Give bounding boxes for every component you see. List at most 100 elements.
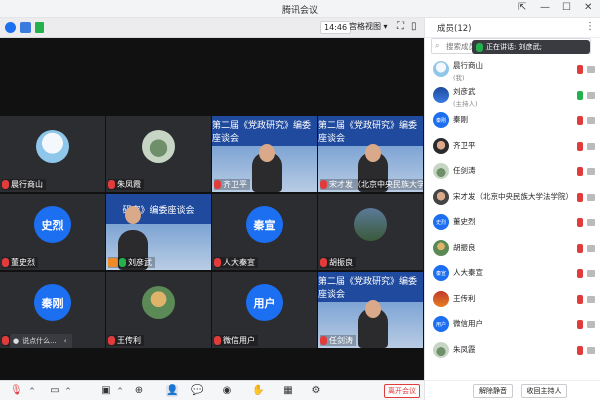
- camera-off-icon[interactable]: [587, 219, 595, 226]
- tencent-meeting-window: 腾讯会议 ⇱ — ☐ ✕ 14:46 宫格视图 ▾ ⛶ ▯ 晨行商山 朱凤霞 第二届…: [0, 0, 600, 400]
- member-row[interactable]: 胡振良: [425, 237, 600, 261]
- mic-muted-icon[interactable]: [577, 345, 583, 355]
- video-grid: 晨行商山 朱凤霞 第二届《党政研究》编委座谈会 齐卫平 第二届《党政研究》编委座谈会 宋才…: [0, 116, 424, 348]
- participant-tile[interactable]: 第二届《党政研究》编委座谈会 任剑涛: [318, 272, 423, 348]
- close-button[interactable]: ✕: [584, 2, 592, 14]
- participant-tile[interactable]: 秦宣 人大秦宣: [212, 194, 317, 270]
- mic-muted-icon[interactable]: [577, 294, 583, 304]
- member-row[interactable]: 任剑涛: [425, 160, 600, 184]
- unmute-all-button[interactable]: 解除静音: [473, 384, 513, 398]
- participant-tile[interactable]: 晨行商山: [0, 116, 105, 192]
- mic-on-icon[interactable]: [577, 90, 583, 100]
- meeting-banner: 第二届《党政研究》编委座谈会: [318, 272, 423, 302]
- participant-tile[interactable]: 第二届《党政研究》编委座谈会 齐卫平: [212, 116, 317, 192]
- phone-icon[interactable]: ▯: [411, 21, 417, 33]
- mute-icon[interactable]: 🎙: [10, 385, 23, 397]
- mic-muted-icon[interactable]: [577, 65, 583, 74]
- member-name: 秦刚: [453, 115, 468, 124]
- member-avatar: 秦宣: [433, 265, 449, 281]
- member-role: (我): [453, 74, 465, 82]
- apps-icon[interactable]: ▦: [282, 385, 294, 397]
- participant-tile[interactable]: 研究》编委座谈会 刘彦武: [106, 194, 211, 270]
- fullscreen-icon[interactable]: ⛶: [397, 21, 404, 33]
- shield-icon[interactable]: [20, 22, 31, 33]
- member-name: 刘彦武: [453, 86, 476, 96]
- invite-icon[interactable]: ⊕: [133, 385, 145, 397]
- participant-tile[interactable]: 秦刚 ● 说点什么... ‹: [0, 272, 105, 348]
- member-row[interactable]: 王传利: [425, 288, 600, 312]
- camera-off-icon[interactable]: [587, 321, 595, 328]
- member-row[interactable]: 宋才发（北京中央民族大学法学院）: [425, 186, 600, 210]
- member-row[interactable]: 秦刚 秦刚: [425, 109, 600, 133]
- participant-caption: 齐卫平: [214, 179, 250, 190]
- member-row[interactable]: 秦宣 人大秦宣: [425, 262, 600, 286]
- participant-tile[interactable]: 胡振良: [318, 194, 423, 270]
- mic-muted-icon[interactable]: [577, 320, 583, 329]
- member-avatar: 秦刚: [433, 112, 449, 128]
- member-name: 董史烈: [453, 217, 476, 226]
- camera-off-icon[interactable]: [587, 66, 595, 73]
- camera-icon[interactable]: ▭: [49, 385, 61, 397]
- mic-muted-icon[interactable]: [577, 167, 583, 176]
- speaking-indicator: 正在讲话: 刘彦武;: [472, 40, 590, 54]
- camera-off-icon[interactable]: [587, 295, 595, 303]
- member-name: 宋才发（北京中央民族大学法学院）: [453, 191, 573, 201]
- title-bar: 腾讯会议 ⇱ — ☐ ✕: [0, 0, 600, 18]
- mic-muted-icon[interactable]: [577, 192, 583, 202]
- maximize-button[interactable]: ☐: [562, 2, 571, 14]
- share-options-chevron-icon[interactable]: ^: [114, 385, 126, 397]
- participant-name: 人大秦宣: [223, 258, 255, 267]
- camera-off-icon[interactable]: [587, 270, 595, 277]
- record-icon[interactable]: ◉: [221, 385, 233, 397]
- members-panel: 成员(12) ⋮ ⌕ 晨行商山(我)刘彦武(主持人)秦刚秦刚齐卫平任剑涛宋才发（…: [424, 18, 600, 400]
- hand-raise-icon[interactable]: ✋: [252, 385, 264, 397]
- reclaim-host-button[interactable]: 收回主持人: [521, 384, 567, 398]
- member-avatar: 史烈: [433, 214, 449, 230]
- mic-muted-icon[interactable]: [577, 141, 583, 151]
- chat-icon[interactable]: 💬: [191, 385, 203, 397]
- participant-tile[interactable]: 用户 微信用户: [212, 272, 317, 348]
- settings-gear-icon[interactable]: ⚙: [310, 385, 322, 397]
- participant-face: [365, 300, 381, 318]
- member-name: 人大秦宣: [453, 268, 483, 277]
- member-row[interactable]: 史烈 董史烈: [425, 211, 600, 235]
- pin-icon[interactable]: ⇱: [518, 2, 526, 14]
- mic-muted-icon[interactable]: [577, 269, 583, 278]
- participant-tile[interactable]: 朱凤霞: [106, 116, 211, 192]
- participant-tile[interactable]: 第二届《党政研究》编委座谈会宋才发（北京中央民族大学法学院: [318, 116, 423, 192]
- member-name: 齐卫平: [453, 140, 476, 150]
- participant-name: 胡振良: [329, 258, 353, 267]
- member-avatar: [433, 188, 449, 205]
- mic-options-chevron-icon[interactable]: ^: [26, 385, 38, 397]
- signal-icon[interactable]: [35, 22, 44, 33]
- minimize-button[interactable]: —: [540, 2, 550, 14]
- members-icon[interactable]: 👤: [166, 385, 178, 397]
- camera-off-icon[interactable]: [587, 168, 595, 175]
- collapse-chevron-icon[interactable]: ‹: [64, 337, 67, 345]
- share-screen-icon[interactable]: ▣: [100, 385, 112, 397]
- grid-view-button[interactable]: 宫格视图 ▾: [349, 21, 388, 32]
- info-icon[interactable]: [5, 22, 16, 33]
- more-options-icon[interactable]: ⋮: [585, 21, 595, 32]
- mic-muted-icon[interactable]: [577, 243, 583, 253]
- camera-options-chevron-icon[interactable]: ^: [62, 385, 74, 397]
- member-row[interactable]: 晨行商山 (我): [425, 58, 600, 82]
- camera-off-icon[interactable]: [587, 142, 595, 150]
- participant-tile[interactable]: 王传利: [106, 272, 211, 348]
- member-row[interactable]: 齐卫平: [425, 135, 600, 159]
- mic-muted-icon[interactable]: [577, 218, 583, 227]
- participant-tile[interactable]: 史烈 董史烈: [0, 194, 105, 270]
- member-row[interactable]: 用户 微信用户: [425, 313, 600, 337]
- member-row[interactable]: 刘彦武 (主持人): [425, 84, 600, 108]
- mic-muted-icon[interactable]: [577, 116, 583, 125]
- camera-off-icon[interactable]: [587, 117, 595, 124]
- participant-name: 王传利: [117, 336, 141, 345]
- leave-meeting-button[interactable]: 离开会议: [384, 384, 420, 398]
- camera-off-icon[interactable]: [587, 244, 595, 252]
- member-row[interactable]: 朱凤霞: [425, 339, 600, 363]
- chat-bubble-input[interactable]: ● 说点什么... ‹: [10, 334, 72, 348]
- camera-off-icon[interactable]: [587, 193, 595, 201]
- participant-caption: 胡振良: [320, 257, 356, 268]
- camera-off-icon[interactable]: [587, 91, 595, 99]
- camera-off-icon[interactable]: [587, 346, 595, 354]
